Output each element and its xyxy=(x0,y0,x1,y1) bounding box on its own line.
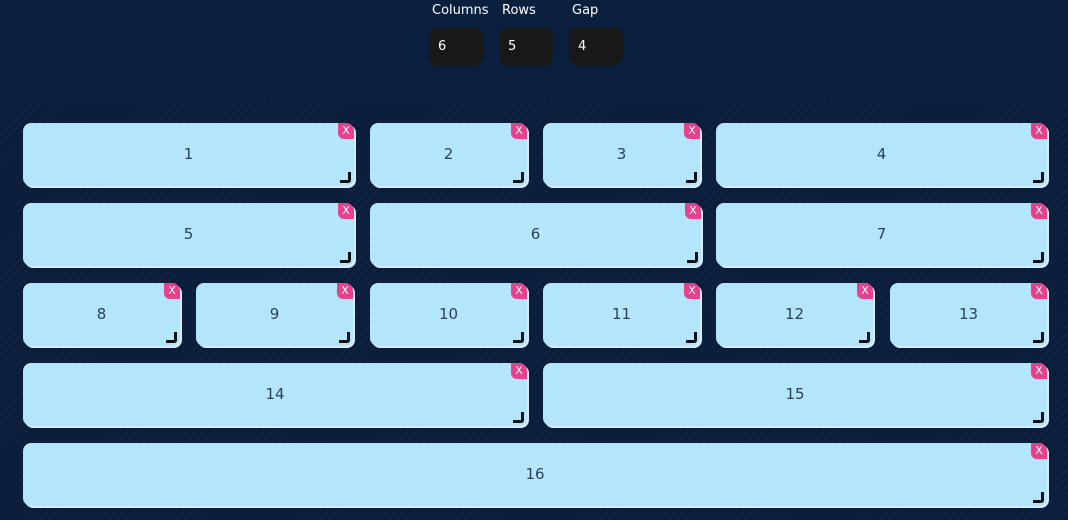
grid-controls: Columns Rows Gap xyxy=(0,0,1068,70)
remove-tile-button[interactable]: X xyxy=(337,283,353,299)
tile-label: 8 xyxy=(96,304,107,323)
tile-label: 1 xyxy=(183,144,194,163)
resize-handle-icon[interactable] xyxy=(513,412,524,423)
resize-handle-icon[interactable] xyxy=(166,332,177,343)
resize-handle-icon[interactable] xyxy=(1033,412,1044,423)
gap-label: Gap xyxy=(572,3,599,18)
tile-label: 6 xyxy=(530,224,541,243)
resize-handle-icon[interactable] xyxy=(513,172,524,183)
tile-label: 7 xyxy=(876,224,887,243)
remove-tile-button[interactable]: X xyxy=(511,283,527,299)
remove-tile-button[interactable]: X xyxy=(338,123,354,139)
grid-tile[interactable]: 3 X xyxy=(543,123,700,186)
remove-tile-button[interactable]: X xyxy=(684,123,700,139)
tile-label: 16 xyxy=(525,464,545,483)
resize-handle-icon[interactable] xyxy=(339,332,350,343)
grid-tile[interactable]: 10 X xyxy=(370,283,527,346)
tile-label: 15 xyxy=(785,384,805,403)
rows-input[interactable] xyxy=(499,27,553,66)
grid-tile[interactable]: 13 X xyxy=(890,283,1047,346)
rows-label: Rows xyxy=(502,3,536,18)
tile-label: 11 xyxy=(611,304,632,323)
resize-handle-icon[interactable] xyxy=(1033,332,1044,343)
grid-tile[interactable]: 14 X xyxy=(23,363,527,426)
remove-tile-button[interactable]: X xyxy=(511,123,527,139)
grid-tile[interactable]: 9 X xyxy=(196,283,353,346)
resize-handle-icon[interactable] xyxy=(513,332,524,343)
resize-handle-icon[interactable] xyxy=(687,252,698,263)
grid-tile[interactable]: 4 X xyxy=(716,123,1047,186)
tile-label: 10 xyxy=(438,304,459,323)
resize-handle-icon[interactable] xyxy=(340,172,351,183)
grid-tile[interactable]: 8 X xyxy=(23,283,180,346)
remove-tile-button[interactable]: X xyxy=(857,283,873,299)
grid-tile[interactable]: 6 X xyxy=(370,203,701,266)
columns-input[interactable] xyxy=(429,27,483,66)
tile-label: 13 xyxy=(958,304,979,323)
grid-tile[interactable]: 16 X xyxy=(23,443,1047,506)
columns-label: Columns xyxy=(432,3,489,18)
remove-tile-button[interactable]: X xyxy=(685,203,701,219)
tile-label: 2 xyxy=(443,144,454,163)
tile-label: 4 xyxy=(876,144,887,163)
remove-tile-button[interactable]: X xyxy=(1031,283,1047,299)
grid-tile[interactable]: 11 X xyxy=(543,283,700,346)
remove-tile-button[interactable]: X xyxy=(164,283,180,299)
resize-handle-icon[interactable] xyxy=(686,172,697,183)
grid-tile[interactable]: 2 X xyxy=(370,123,527,186)
tile-label: 5 xyxy=(183,224,194,243)
remove-tile-button[interactable]: X xyxy=(1031,363,1047,379)
tile-label: 3 xyxy=(616,144,627,163)
remove-tile-button[interactable]: X xyxy=(1031,203,1047,219)
remove-tile-button[interactable]: X xyxy=(1031,443,1047,459)
resize-handle-icon[interactable] xyxy=(859,332,870,343)
remove-tile-button[interactable]: X xyxy=(684,283,700,299)
resize-handle-icon[interactable] xyxy=(1033,252,1044,263)
resize-handle-icon[interactable] xyxy=(686,332,697,343)
resize-handle-icon[interactable] xyxy=(1033,172,1044,183)
gap-input[interactable] xyxy=(569,27,623,66)
remove-tile-button[interactable]: X xyxy=(511,363,527,379)
grid-tile[interactable]: 15 X xyxy=(543,363,1047,426)
resize-handle-icon[interactable] xyxy=(340,252,351,263)
grid-tile[interactable]: 12 X xyxy=(716,283,873,346)
tile-label: 12 xyxy=(784,304,805,323)
tile-label: 14 xyxy=(265,384,285,403)
grid-tile[interactable]: 5 X xyxy=(23,203,354,266)
tile-label: 9 xyxy=(269,304,280,323)
remove-tile-button[interactable]: X xyxy=(338,203,354,219)
resize-handle-icon[interactable] xyxy=(1033,492,1044,503)
grid-tile[interactable]: 1 X xyxy=(23,123,354,186)
remove-tile-button[interactable]: X xyxy=(1031,123,1047,139)
grid-tile[interactable]: 7 X xyxy=(716,203,1047,266)
